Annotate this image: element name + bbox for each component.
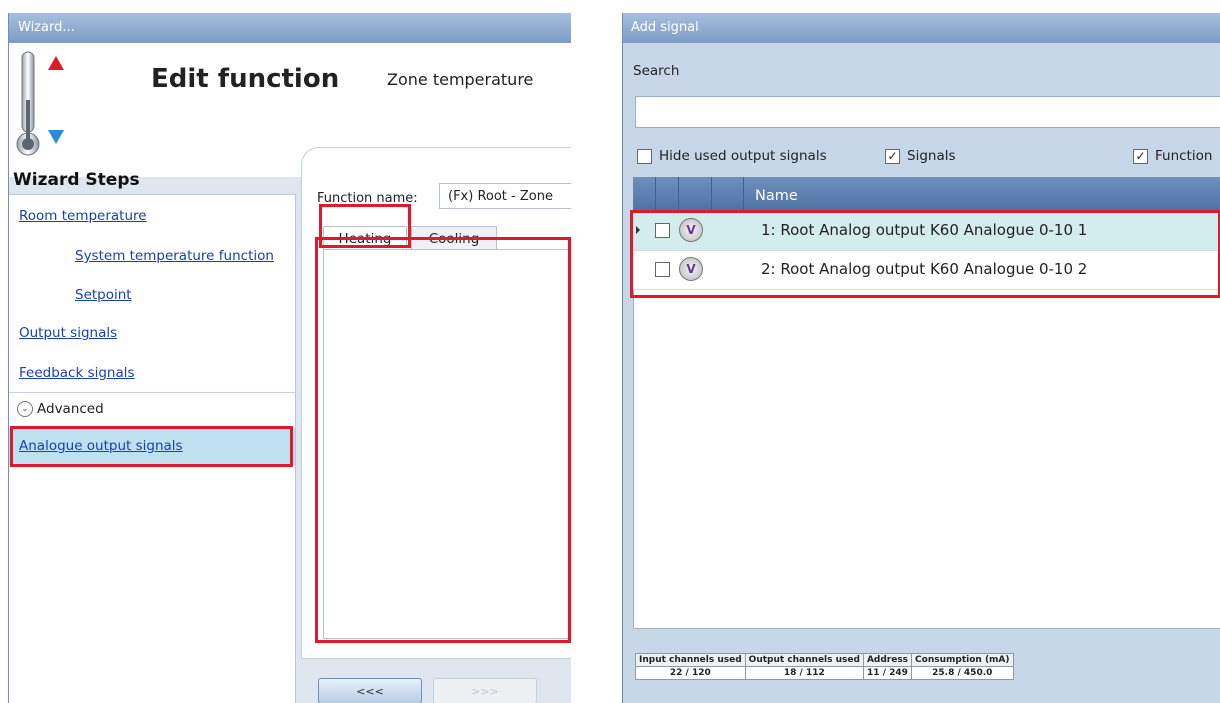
stats-value: 18 / 112	[744, 666, 864, 680]
step-feedback-signals[interactable]: Feedback signals	[19, 365, 135, 381]
search-label: Search	[633, 63, 680, 79]
grid-header	[633, 177, 1220, 211]
thermometer-icon	[16, 51, 64, 156]
hide-used-label: Hide used output signals	[659, 148, 827, 164]
wizard-steps-heading: Wizard Steps	[13, 170, 140, 190]
highlight-box-rows	[630, 210, 1220, 298]
back-button[interactable]: <<<	[318, 678, 422, 703]
steps-divider	[9, 392, 295, 393]
grid-header-divider	[655, 177, 656, 211]
function-checkbox[interactable]: ✓	[1133, 149, 1148, 164]
grid-header-divider	[743, 177, 744, 211]
function-type-label: Zone temperature	[387, 70, 534, 89]
signals-label: Signals	[907, 148, 956, 164]
function-name-input[interactable]: (Fx) Root - Zone	[439, 183, 571, 209]
search-input[interactable]	[635, 96, 1220, 128]
highlight-box-heating-content	[315, 237, 571, 643]
function-label: Function	[1155, 148, 1213, 164]
add-signal-titlebar: Add signal	[623, 13, 1220, 43]
stats-value: 25.8 / 450.0	[911, 666, 1014, 680]
step-setpoint[interactable]: Setpoint	[75, 287, 132, 303]
chevron-down-icon[interactable]: ⌄	[17, 401, 33, 417]
stats-header: Address	[862, 653, 913, 667]
grid-header-divider	[678, 177, 679, 211]
page-title: Edit function	[151, 64, 340, 94]
wizard-titlebar: Wizard...	[9, 13, 571, 43]
stats-header: Output channels used	[744, 653, 864, 667]
step-room-temperature[interactable]: Room temperature	[19, 208, 147, 224]
step-output-signals[interactable]: Output signals	[19, 325, 117, 341]
wizard-window: Wizard... Edit function Zone temperature…	[8, 13, 571, 703]
column-header-name[interactable]: Name	[755, 188, 798, 204]
stats-header: Consumption (mA)	[911, 653, 1014, 667]
signals-checkbox[interactable]: ✓	[885, 149, 900, 164]
grid-header-divider	[711, 177, 712, 211]
channel-stats-table: Input channels used Output channels used…	[635, 653, 1014, 680]
advanced-toggle[interactable]: Advanced	[37, 401, 104, 417]
add-signal-window: Add signal Search Hide used output signa…	[622, 13, 1220, 703]
next-button[interactable]: >>>	[433, 678, 537, 703]
stats-value: 11 / 249	[862, 666, 913, 680]
stats-value: 22 / 120	[635, 666, 746, 680]
hide-used-checkbox[interactable]	[637, 149, 652, 164]
stats-header: Input channels used	[635, 653, 746, 667]
highlight-box-step	[10, 426, 293, 467]
step-system-temperature-function[interactable]: System temperature function	[75, 248, 274, 264]
